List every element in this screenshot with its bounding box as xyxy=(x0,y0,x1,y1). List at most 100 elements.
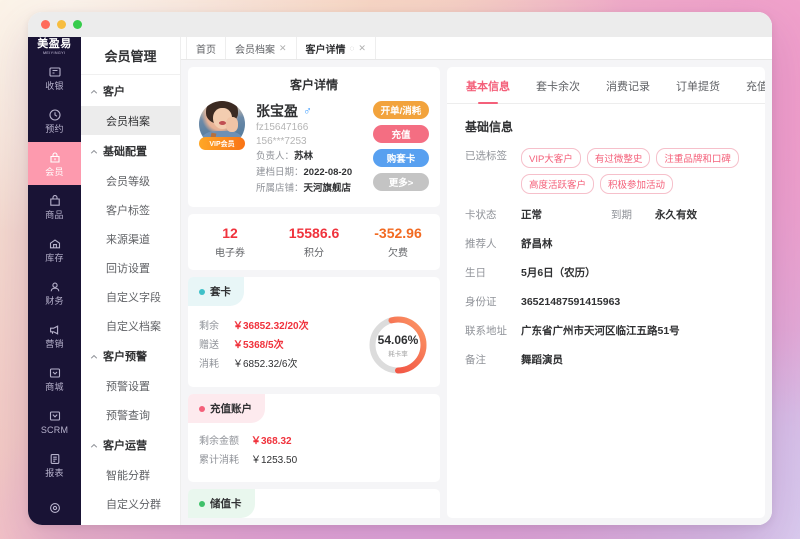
rail-label: 收银 xyxy=(45,80,64,91)
table-row: 剩余 ￥36852.32/20次 xyxy=(199,317,367,336)
menu-group-basic-config[interactable]: 基础配置 xyxy=(81,135,180,166)
window-minimize-button[interactable] xyxy=(57,20,66,29)
stat-value: -352.96 xyxy=(374,225,422,242)
rail-item-scrm[interactable]: SCRM xyxy=(28,400,81,443)
window-maximize-button[interactable] xyxy=(73,20,82,29)
menu-item-member-archive[interactable]: 会员档案 xyxy=(81,106,180,135)
status-badge[interactable]: 有过微整史 xyxy=(586,148,651,169)
row-label: 消耗 xyxy=(199,358,219,370)
tab-recharge-account[interactable]: 充值账户 xyxy=(733,67,765,103)
package-card-header: 套卡 xyxy=(188,277,244,307)
rail-item-member[interactable]: 会员 xyxy=(28,142,81,185)
customer-profile-card: 客户详情 VIP会员 张宝盈 ♂ fz15647166 156***7253 负… xyxy=(188,67,440,208)
status-badge[interactable]: 注重品牌和口碑 xyxy=(656,148,739,169)
store-value: 天河旗舰店 xyxy=(303,183,352,195)
menu-group-customer-operation[interactable]: 客户运营 xyxy=(81,429,180,460)
card-status-label: 卡状态 xyxy=(465,209,497,222)
rail-label: 商品 xyxy=(45,209,64,220)
member-number: fz15647166 xyxy=(256,122,309,134)
status-badge[interactable]: VIP大客户 xyxy=(521,148,581,169)
menu-item-member-level[interactable]: 会员等级 xyxy=(81,166,180,195)
stats-card: 12 电子券 15586.6 积分 -352.96 欠费 xyxy=(188,214,440,271)
row-value: ￥1253.50 xyxy=(251,455,298,467)
create-order-button[interactable]: 开单/消耗 xyxy=(373,101,429,120)
rail-item-marketing[interactable]: 营销 xyxy=(28,314,81,357)
menu-item-alert-query[interactable]: 预警查询 xyxy=(81,400,180,429)
tab-package-balance[interactable]: 套卡余次 xyxy=(523,67,593,103)
menu-title: 会员管理 xyxy=(81,37,180,75)
male-icon: ♂ xyxy=(303,104,312,119)
rail-label: 财务 xyxy=(45,295,64,306)
avatar-column: VIP会员 xyxy=(199,101,247,197)
refresh-icon[interactable]: ◌ xyxy=(350,44,355,53)
chevron-up-icon xyxy=(90,87,98,95)
customer-detail-pane: 基本信息 套卡余次 消费记录 订单提货 充值账户 基础信息 已选标签 VIP大客… xyxy=(447,67,765,518)
section-heading: 基础信息 xyxy=(465,120,514,135)
menu-item-custom-archive[interactable]: 自定义档案 xyxy=(81,311,180,340)
rail-item-overflow[interactable] xyxy=(28,486,81,525)
menu-item-smart-group[interactable]: 智能分群 xyxy=(81,460,180,489)
tab-order-pickup[interactable]: 订单提货 xyxy=(663,67,733,103)
tab-home[interactable]: 首页 xyxy=(186,37,226,60)
buy-package-button[interactable]: 购套卡 xyxy=(373,149,429,168)
menu-item-customer-tag[interactable]: 客户标签 xyxy=(81,195,180,224)
chevron-up-icon xyxy=(90,441,98,449)
tab-label: 客户详情 xyxy=(305,44,346,56)
menu-item-custom-field[interactable]: 自定义字段 xyxy=(81,282,180,311)
window-close-button[interactable] xyxy=(41,20,50,29)
menu-item-label: 智能分群 xyxy=(106,469,150,482)
stat-points: 15586.6 积分 xyxy=(272,224,356,259)
status-badge[interactable]: 积极参加活动 xyxy=(600,174,674,195)
primary-nav-rail: 美盈易 MEIYINGYI 收银 预约 会员 商品 库存 财务 营销 商城 SC… xyxy=(28,37,81,525)
tab-basic-info[interactable]: 基本信息 xyxy=(453,67,523,103)
rail-item-cashier[interactable]: 收银 xyxy=(28,56,81,99)
menu-group-label: 客户运营 xyxy=(103,439,147,452)
menu-item-revisit-setting[interactable]: 回访设置 xyxy=(81,253,180,282)
menu-item-source-channel[interactable]: 来源渠道 xyxy=(81,224,180,253)
rail-item-appointment[interactable]: 预约 xyxy=(28,99,81,142)
address-value: 广东省广州市天河区临江五路51号 xyxy=(521,325,680,338)
page-title: 客户详情 xyxy=(289,78,338,93)
rail-item-report[interactable]: 报表 xyxy=(28,443,81,486)
tag-list: VIP大客户 有过微整史 注重品牌和口碑 高度活跃客户 积极参加活动 xyxy=(521,148,747,195)
tab-consumption-record[interactable]: 消费记录 xyxy=(593,67,663,103)
recharge-button[interactable]: 充值 xyxy=(373,125,429,144)
row-label: 剩余金额 xyxy=(199,436,239,448)
expiry-value: 永久有效 xyxy=(655,209,697,222)
rail-item-inventory[interactable]: 库存 xyxy=(28,228,81,271)
rail-item-finance[interactable]: 财务 xyxy=(28,271,81,314)
rail-label: 营销 xyxy=(45,338,64,349)
close-icon[interactable]: ✕ xyxy=(279,43,287,54)
action-button-column: 开单/消耗 充值 购套卡 更多> xyxy=(373,101,429,197)
tags-label: 已选标签 xyxy=(465,150,507,163)
stored-card-header: 储值卡 xyxy=(188,489,255,518)
id-card-value: 36521487591415963 xyxy=(521,296,621,309)
menu-item-custom-group[interactable]: 自定义分群 xyxy=(81,489,180,518)
row-label: 累计消耗 xyxy=(199,455,239,467)
tab-member-archive[interactable]: 会员档案 ✕ xyxy=(226,37,297,60)
gear-icon xyxy=(48,501,62,515)
status-badge[interactable]: 高度活跃客户 xyxy=(521,174,595,195)
menu-group-label: 基础配置 xyxy=(103,145,147,158)
more-button[interactable]: 更多> xyxy=(373,173,429,192)
section-title: 充值账户 xyxy=(210,403,252,416)
menu-group-customer-alert[interactable]: 客户预警 xyxy=(81,340,180,371)
created-date-field: 建档日期：2022-08-20 xyxy=(256,165,364,181)
birthday-field: 生日 5月6日（农历） xyxy=(465,265,747,281)
package-card-section: 套卡 剩余 ￥36852.32/20次 赠送 ￥5368/5次 消耗 ￥6852… xyxy=(188,277,440,388)
menu-group-label: 客户预警 xyxy=(103,350,147,363)
close-icon[interactable]: ✕ xyxy=(358,43,366,54)
rail-item-goods[interactable]: 商品 xyxy=(28,185,81,228)
avatar-hand xyxy=(226,117,238,133)
status-dot-icon xyxy=(199,288,205,295)
rail-item-mall[interactable]: 商城 xyxy=(28,357,81,400)
customer-phone: 156***7253 xyxy=(256,136,307,148)
marketing-icon xyxy=(48,323,62,337)
id-card-field: 身份证 36521487591415963 xyxy=(465,294,747,310)
basic-info-body: 基础信息 已选标签 VIP大客户 有过微整史 注重品牌和口碑 高度活跃客户 积极… xyxy=(447,104,765,395)
menu-item-alert-setting[interactable]: 预警设置 xyxy=(81,371,180,400)
member-icon xyxy=(48,151,62,165)
tab-customer-detail[interactable]: 客户详情 ◌ ✕ xyxy=(297,37,376,60)
menu-group-customer[interactable]: 客户 xyxy=(81,75,180,106)
stat-label: 电子券 xyxy=(215,248,245,260)
